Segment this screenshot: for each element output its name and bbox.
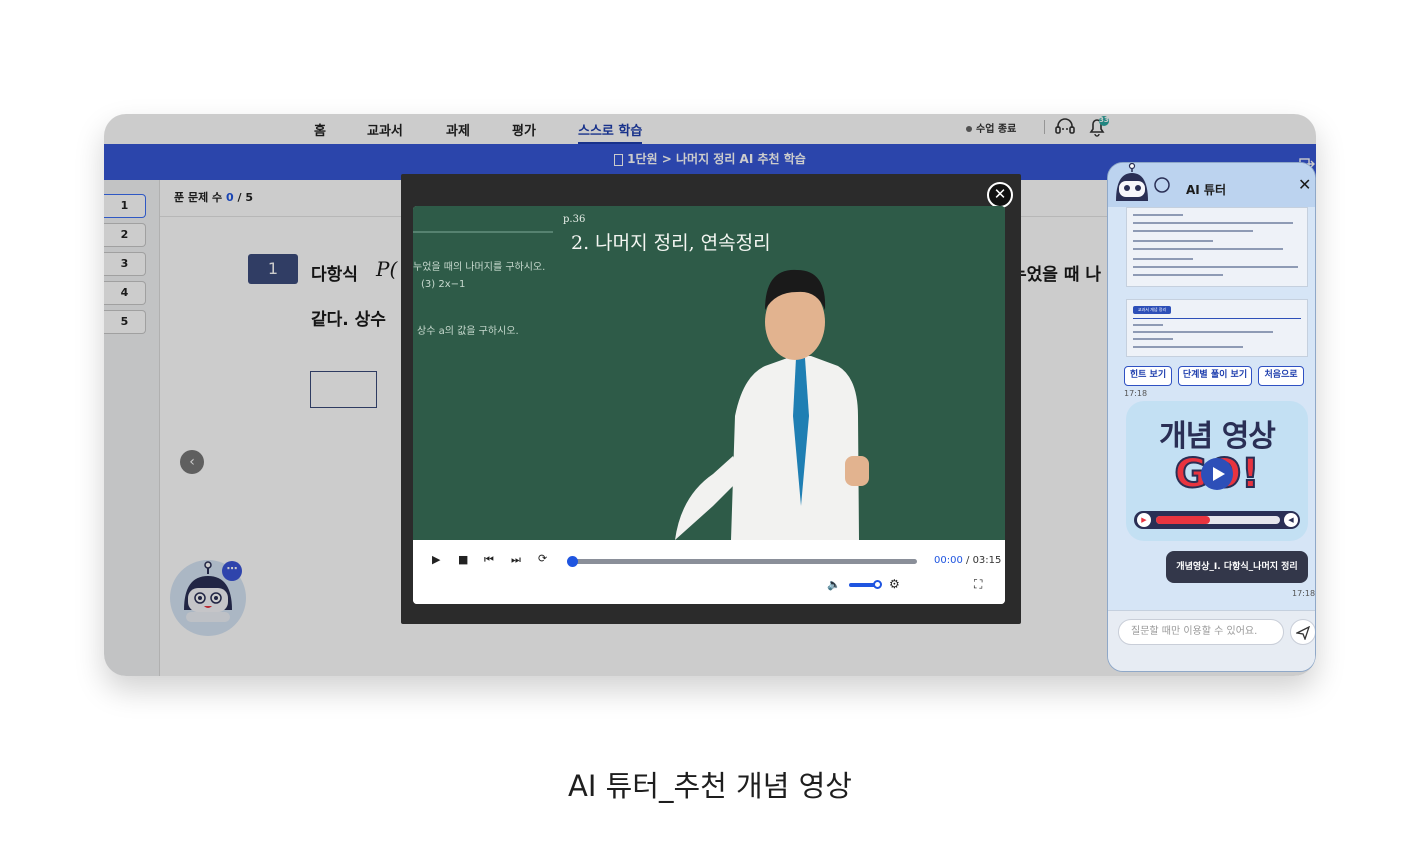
doc-line [1133, 346, 1243, 348]
play-icon[interactable]: ▶ [432, 553, 440, 566]
board-line-3: 상수 a의 값을 구하시오. [417, 326, 519, 337]
time-display: 00:00 / 03:15 [934, 555, 1001, 566]
concept-summary-card [1126, 207, 1308, 287]
time-current: 00:00 [934, 555, 963, 566]
doc-line [1133, 338, 1173, 340]
hint-button[interactable]: 힌트 보기 [1124, 366, 1172, 386]
lecture-scene [413, 206, 1005, 540]
next-track-icon[interactable]: ⏭ [511, 553, 521, 567]
repeat-icon[interactable]: ⟳ [538, 552, 547, 565]
previous-track-icon[interactable]: ⏮ [484, 553, 494, 567]
doc-line [1133, 240, 1213, 242]
doc-line [1133, 274, 1223, 276]
doc-line [1133, 331, 1273, 333]
promo-mini-play-icon: ▶ [1137, 513, 1151, 527]
board-line-1: 누었을 때의 나머지를 구하시오. [413, 262, 546, 273]
volume-knob[interactable] [873, 580, 882, 589]
chat-input-area: 질문할 때만 이용할 수 있어요. [1108, 610, 1315, 671]
doc-line [1133, 266, 1298, 268]
caption: AI 튜터_추천 개념 영상 [568, 769, 852, 803]
doc-line [1133, 222, 1293, 224]
settings-gear-icon[interactable]: ⚙ [889, 577, 900, 591]
doc-line [1133, 248, 1283, 250]
progress-knob[interactable] [567, 556, 578, 567]
message-time: 17:18 [1124, 389, 1148, 398]
concept-video-card[interactable]: 개념 영상 GO! ▶ ◀ [1126, 401, 1308, 541]
send-button[interactable] [1290, 619, 1315, 645]
board-line-2: (3) 2x−1 [421, 279, 466, 290]
board-page: p.36 [563, 214, 586, 225]
tutor-robot-icon [1116, 163, 1170, 201]
video-modal: ✕ p.36 2. 나머지 정리, 연속정리 누었을 때의 나머지를 구하시오.… [401, 174, 1021, 624]
video-frame[interactable]: p.36 2. 나머지 정리, 연속정리 누었을 때의 나머지를 구하시오. (… [413, 206, 1005, 540]
promo-play-icon [1201, 458, 1233, 490]
volume-slider[interactable] [849, 580, 882, 589]
tutor-header: AI 튜터 ✕ [1108, 163, 1315, 207]
fullscreen-icon[interactable]: ⛶ [974, 577, 982, 592]
close-video-button[interactable]: ✕ [987, 182, 1013, 208]
promo-track-fill [1156, 516, 1210, 524]
stop-icon[interactable]: ■ [458, 553, 468, 566]
doc-tag: 교과서 개념 정리 [1133, 306, 1171, 314]
promo-player-bar: ▶ ◀ [1134, 511, 1300, 529]
doc-rule [1133, 318, 1301, 319]
app-window: 홈 교과서 과제 평가 스스로 학습 수업 종료 33 1단원 > 나머지 정리… [104, 114, 1316, 676]
user-message: 개념영상_I. 다항식_나머지 정리 [1166, 551, 1308, 583]
ai-tutor-panel: AI 튜터 ✕ 교과서 개념 정리 힌트 보기 단계별 풀이 보기 처음으로 1… [1107, 162, 1316, 672]
doc-line [1133, 230, 1253, 232]
tutor-close-button[interactable]: ✕ [1298, 175, 1311, 194]
video-player: p.36 2. 나머지 정리, 연속정리 누었을 때의 나머지를 구하시오. (… [413, 206, 1005, 604]
promo-title: 개념 영상 [1159, 419, 1276, 454]
restart-button[interactable]: 처음으로 [1258, 366, 1304, 386]
message-time: 17:18 [1292, 589, 1316, 598]
board-heading: 2. 나머지 정리, 연속정리 [571, 232, 771, 254]
volume-icon[interactable]: 🔈 [827, 578, 841, 591]
time-total: / 03:15 [966, 555, 1002, 566]
send-icon [1294, 625, 1311, 641]
progress-bar[interactable] [567, 556, 917, 567]
doc-line [1133, 258, 1193, 260]
promo-volume-icon: ◀ [1284, 513, 1298, 527]
doc-line [1133, 324, 1163, 326]
textbook-concept-card: 교과서 개념 정리 [1126, 299, 1308, 357]
doc-line [1133, 214, 1183, 216]
tutor-title: AI 튜터 [1186, 183, 1227, 197]
step-solution-button[interactable]: 단계별 풀이 보기 [1178, 366, 1252, 386]
chat-input[interactable]: 질문할 때만 이용할 수 있어요. [1118, 619, 1284, 645]
player-controls: ▶ ■ ⏮ ⏭ ⟳ 00:00 / 03:15 🔈 ⚙ ⛶ [413, 540, 1005, 604]
